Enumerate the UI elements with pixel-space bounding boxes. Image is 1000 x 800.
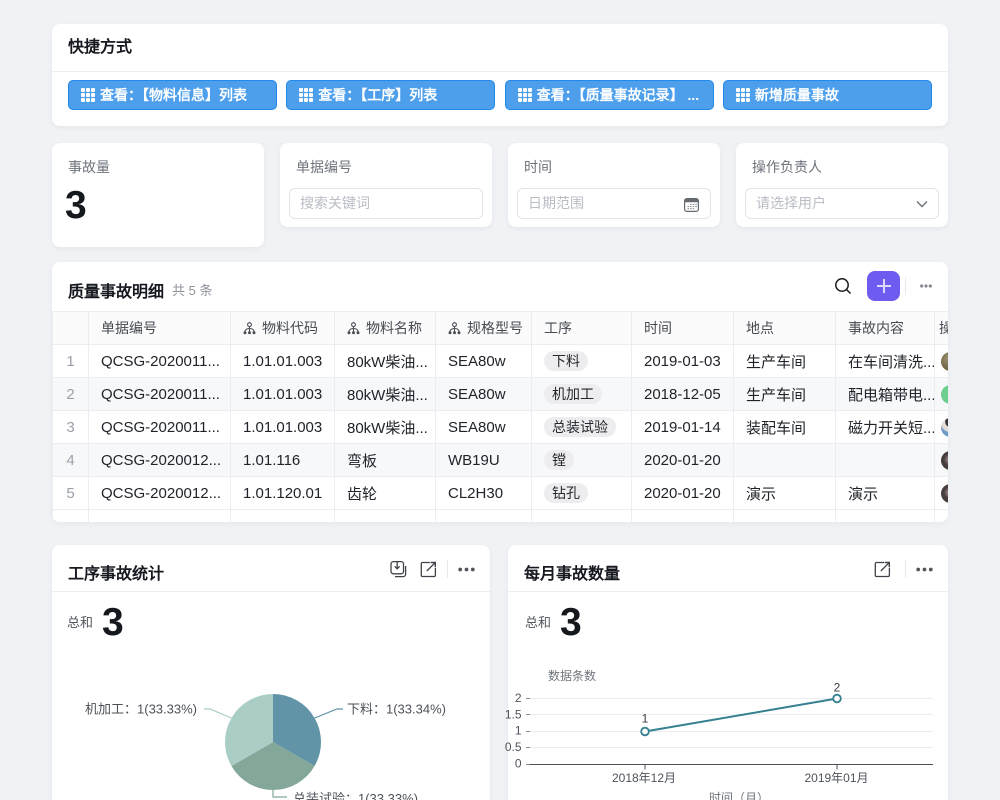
svg-text:下料：1(33.34%): 下料：1(33.34%): [347, 702, 446, 717]
svg-text:1: 1: [642, 712, 649, 726]
svg-text:总装试验：1(33.33%): 总装试验：1(33.33%): [293, 791, 418, 800]
svg-text:数据条数: 数据条数: [548, 668, 596, 683]
svg-text:1: 1: [515, 724, 522, 738]
svg-text:机加工：1(33.33%): 机加工：1(33.33%): [85, 702, 197, 717]
svg-text:1.5: 1.5: [505, 707, 522, 721]
svg-text:0.5: 0.5: [505, 740, 522, 754]
svg-text:0: 0: [515, 757, 522, 771]
svg-text:2019年01月: 2019年01月: [804, 771, 868, 785]
svg-text:2: 2: [515, 691, 522, 705]
svg-text:2018年12月: 2018年12月: [612, 771, 676, 785]
svg-text:时间（月）: 时间（月）: [709, 791, 769, 800]
svg-text:2: 2: [834, 681, 841, 695]
